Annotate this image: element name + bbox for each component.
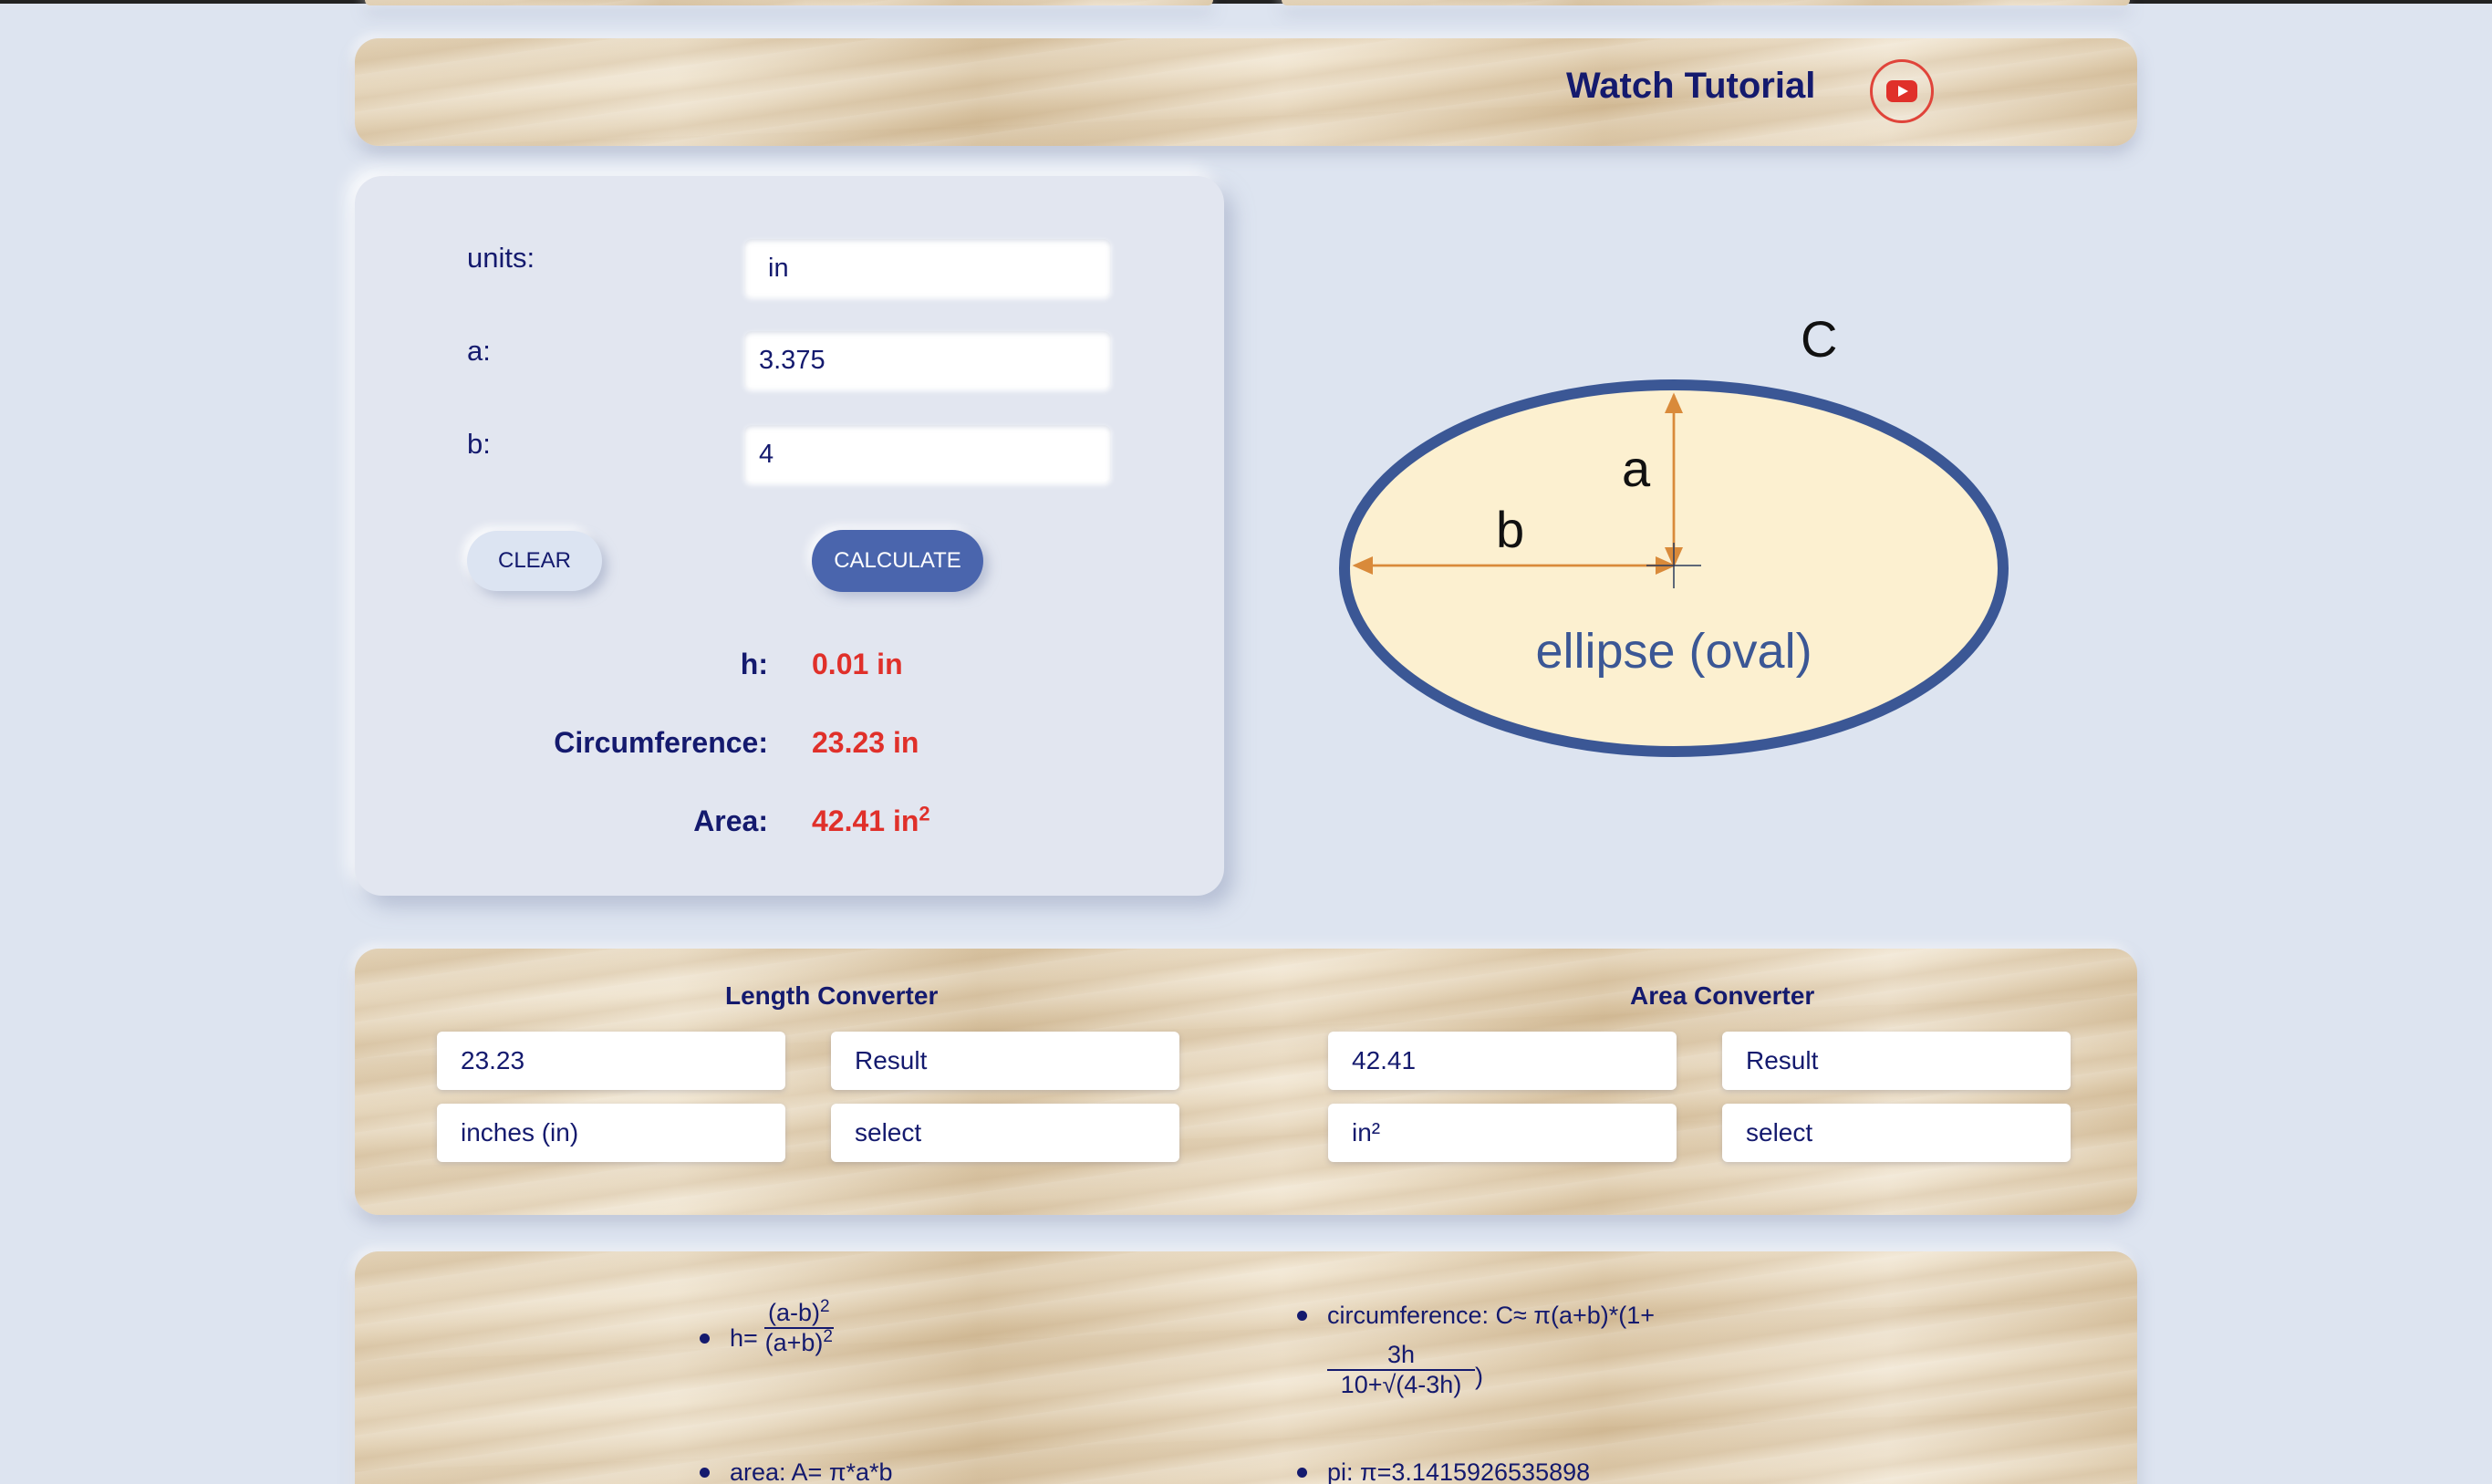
circumference-formula: circumference: C≈ π(a+b)*(1+ [1327,1302,1656,1329]
units-label: units: [467,242,535,274]
label-c: C [1801,315,1837,368]
label-a: a [1622,440,1651,497]
length-from-unit-select[interactable]: inches (in) [437,1104,785,1162]
length-input[interactable]: 23.23 [437,1032,785,1090]
area-input[interactable]: 42.41 [1328,1032,1677,1090]
h-formula-prefix: h= [730,1324,758,1352]
bullet [700,1334,710,1344]
circumference-close: ) [1475,1363,1483,1390]
h-result-label: h: [740,648,768,680]
b-input[interactable]: 4 [744,425,1111,483]
youtube-icon [1886,80,1917,102]
calculate-button[interactable]: CALCULATE [812,530,983,592]
bullet [1297,1311,1307,1321]
area-value-text: 42.41 in [812,804,919,837]
area-formula: area: A= π*a*b [730,1458,893,1484]
circumference-value: 23.23 in [812,726,919,759]
circumference-numerator: 3h [1327,1341,1475,1371]
area-to-unit-select[interactable]: select [1722,1104,2071,1162]
clear-button[interactable]: CLEAR [467,531,602,591]
h-numerator: (a-b)2 [764,1298,834,1329]
area-converter-title: Area Converter [1630,981,1815,1010]
bullet [700,1468,710,1478]
watch-tutorial-link[interactable]: Watch Tutorial [1566,66,1815,107]
h-formula-fraction: (a-b)2 (a+b)2 [764,1298,834,1357]
length-converter-title: Length Converter [725,981,939,1010]
bullet [1297,1468,1307,1478]
ellipse-caption: ellipse (oval) [1535,624,1812,679]
area-exponent: 2 [919,802,930,825]
length-result: Result [831,1032,1179,1090]
youtube-button[interactable] [1870,59,1934,123]
area-label: Area: [693,804,768,837]
h-denominator: (a+b)2 [764,1327,833,1356]
pi-formula: pi: π=3.1415926535898 [1327,1458,1591,1484]
top-wood-edge-right [1282,0,2130,5]
units-select[interactable]: in [744,239,1111,297]
area-from-unit-select[interactable]: in² [1328,1104,1677,1162]
a-input[interactable]: 3.375 [744,331,1111,389]
formula-panel [355,1251,2137,1484]
a-label: a: [467,335,491,367]
area-value: 42.41 in2 [812,804,930,838]
b-label: b: [467,428,491,460]
label-b: b [1496,501,1524,558]
top-wood-edge-left [365,0,1213,5]
circumference-denominator: 10+√(4-3h) [1340,1371,1462,1398]
h-result-value: 0.01 in [812,648,903,680]
area-result: Result [1722,1032,2071,1090]
ellipse-diagram: C a b ellipse (oval) [1339,315,2009,757]
length-to-unit-select[interactable]: select [831,1104,1179,1162]
circumference-label: Circumference: [554,726,768,759]
circumference-fraction: 3h 10+√(4-3h) [1327,1341,1475,1399]
